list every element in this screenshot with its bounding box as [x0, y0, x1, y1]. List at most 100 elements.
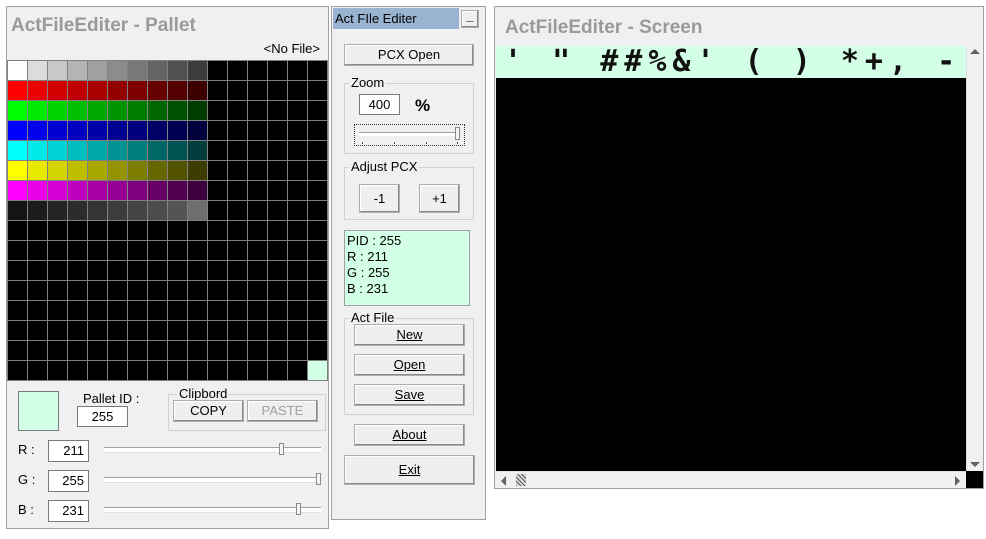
- palette-cell[interactable]: [188, 141, 207, 160]
- palette-cell[interactable]: [128, 221, 147, 240]
- palette-cell[interactable]: [268, 121, 287, 140]
- palette-cell[interactable]: [168, 101, 187, 120]
- palette-cell[interactable]: [188, 81, 207, 100]
- palette-cell[interactable]: [168, 181, 187, 200]
- zoom-slider-thumb[interactable]: [455, 127, 460, 140]
- palette-cell[interactable]: [88, 141, 107, 160]
- palette-cell[interactable]: [268, 341, 287, 360]
- palette-cell[interactable]: [188, 301, 207, 320]
- palette-cell[interactable]: [88, 101, 107, 120]
- palette-cell[interactable]: [248, 261, 267, 280]
- horizontal-scrollbar[interactable]: [496, 471, 966, 488]
- palette-cell[interactable]: [268, 241, 287, 260]
- palette-cell[interactable]: [308, 141, 327, 160]
- palette-cell[interactable]: [208, 321, 227, 340]
- palette-cell[interactable]: [268, 101, 287, 120]
- palette-cell[interactable]: [148, 281, 167, 300]
- palette-cell[interactable]: [288, 321, 307, 340]
- palette-cell[interactable]: [268, 181, 287, 200]
- vertical-scrollbar[interactable]: [966, 46, 983, 471]
- palette-cell[interactable]: [68, 301, 87, 320]
- palette-cell[interactable]: [308, 241, 327, 260]
- palette-cell[interactable]: [248, 61, 267, 80]
- g-field[interactable]: 255: [48, 470, 89, 492]
- minimize-button[interactable]: _: [461, 9, 479, 28]
- palette-cell[interactable]: [108, 281, 127, 300]
- palette-cell[interactable]: [108, 301, 127, 320]
- palette-cell[interactable]: [8, 81, 27, 100]
- palette-cell[interactable]: [268, 301, 287, 320]
- palette-cell[interactable]: [288, 261, 307, 280]
- palette-cell[interactable]: [148, 341, 167, 360]
- palette-cell[interactable]: [8, 321, 27, 340]
- palette-cell[interactable]: [88, 121, 107, 140]
- palette-cell[interactable]: [108, 361, 127, 380]
- palette-cell[interactable]: [308, 221, 327, 240]
- palette-cell[interactable]: [268, 141, 287, 160]
- palette-cell[interactable]: [208, 81, 227, 100]
- palette-cell[interactable]: [188, 161, 207, 180]
- palette-cell[interactable]: [108, 201, 127, 220]
- palette-cell[interactable]: [28, 61, 47, 80]
- palette-cell[interactable]: [28, 221, 47, 240]
- palette-cell[interactable]: [148, 101, 167, 120]
- palette-cell[interactable]: [148, 141, 167, 160]
- palette-cell[interactable]: [28, 141, 47, 160]
- palette-cell[interactable]: [288, 181, 307, 200]
- palette-cell[interactable]: [148, 161, 167, 180]
- b-field[interactable]: 231: [48, 500, 89, 522]
- palette-cell[interactable]: [208, 341, 227, 360]
- palette-cell[interactable]: [248, 141, 267, 160]
- palette-cell[interactable]: [28, 281, 47, 300]
- palette-cell[interactable]: [268, 201, 287, 220]
- palette-cell[interactable]: [288, 241, 307, 260]
- palette-cell[interactable]: [248, 281, 267, 300]
- copy-button[interactable]: COPY: [173, 400, 244, 422]
- palette-cell[interactable]: [48, 241, 67, 260]
- palette-cell[interactable]: [68, 321, 87, 340]
- palette-cell[interactable]: [208, 221, 227, 240]
- palette-cell[interactable]: [128, 121, 147, 140]
- palette-cell[interactable]: [88, 261, 107, 280]
- palette-cell[interactable]: [288, 221, 307, 240]
- palette-cell[interactable]: [188, 241, 207, 260]
- palette-cell[interactable]: [8, 241, 27, 260]
- palette-cell[interactable]: [248, 301, 267, 320]
- palette-cell[interactable]: [248, 221, 267, 240]
- palette-cell[interactable]: [28, 181, 47, 200]
- palette-cell[interactable]: [48, 61, 67, 80]
- palette-cell[interactable]: [28, 81, 47, 100]
- palette-cell[interactable]: [308, 81, 327, 100]
- palette-cell[interactable]: [228, 361, 247, 380]
- save-button[interactable]: Save: [354, 384, 465, 406]
- palette-cell[interactable]: [148, 181, 167, 200]
- palette-cell[interactable]: [68, 281, 87, 300]
- palette-cell[interactable]: [128, 241, 147, 260]
- palette-cell[interactable]: [148, 321, 167, 340]
- palette-cell[interactable]: [48, 201, 67, 220]
- adjust-minus-button[interactable]: -1: [359, 184, 400, 213]
- palette-cell[interactable]: [208, 261, 227, 280]
- zoom-field[interactable]: 400: [359, 94, 400, 115]
- palette-cell[interactable]: [168, 241, 187, 260]
- palette-cell[interactable]: [228, 61, 247, 80]
- palette-cell[interactable]: [48, 161, 67, 180]
- palette-cell[interactable]: [48, 81, 67, 100]
- palette-cell[interactable]: [228, 301, 247, 320]
- palette-cell[interactable]: [28, 361, 47, 380]
- palette-cell[interactable]: [128, 81, 147, 100]
- palette-cell[interactable]: [228, 181, 247, 200]
- palette-cell[interactable]: [208, 61, 227, 80]
- palette-cell[interactable]: [288, 201, 307, 220]
- palette-cell[interactable]: [308, 121, 327, 140]
- g-slider-thumb[interactable]: [316, 473, 321, 485]
- pcx-open-button[interactable]: PCX Open: [344, 44, 474, 66]
- palette-cell[interactable]: [268, 161, 287, 180]
- palette-cell[interactable]: [148, 221, 167, 240]
- palette-cell[interactable]: [148, 61, 167, 80]
- palette-cell[interactable]: [268, 281, 287, 300]
- palette-cell[interactable]: [28, 341, 47, 360]
- palette-cell[interactable]: [128, 161, 147, 180]
- palette-cell[interactable]: [248, 181, 267, 200]
- palette-cell[interactable]: [248, 341, 267, 360]
